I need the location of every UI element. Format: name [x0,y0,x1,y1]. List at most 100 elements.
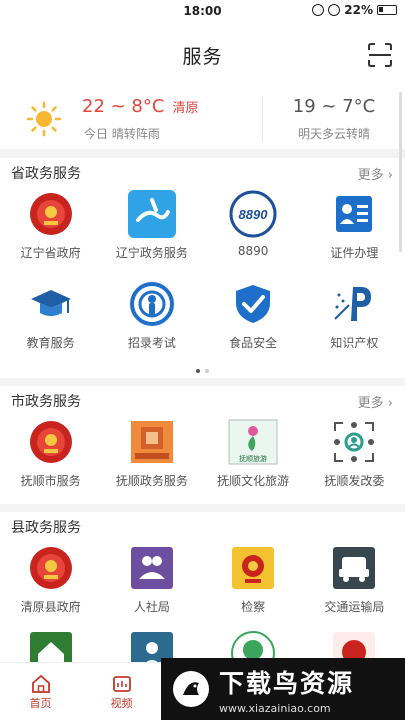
scrollbar[interactable] [399,92,402,252]
emblem-icon [25,188,77,240]
section-gap [0,378,405,386]
watermark-text: 下载鸟资源 www.xiazainiao.com [219,664,354,715]
county-header: 县政务服务 [0,512,405,542]
people-icon [126,542,178,594]
app-header: 服务 [0,22,405,88]
service-item[interactable]: 辽宁政务服务 [101,188,202,278]
transport-icon [328,542,380,594]
service-label: 辽宁政务服务 [115,246,188,260]
service-item[interactable]: 食品安全 [203,278,304,364]
8890-badge-text: 8890 [239,207,269,222]
service-label: 8890 [237,244,269,258]
weather-tomorrow: 19 ~ 7°C 明天多云转晴 [263,96,405,142]
8890-icon: 8890 [227,188,279,240]
lock-rotation-icon [312,4,325,16]
tomorrow-desc: 明天多云转晴 [297,126,370,141]
service-label: 人社局 [133,600,170,614]
procuratorate-icon [227,542,279,594]
network-icon [328,416,380,468]
service-label: 交通运输局 [324,600,385,614]
service-item[interactable]: 招录考试 [101,278,202,364]
status-icons: 22% [312,3,397,17]
scan-icon[interactable] [367,42,393,68]
service-item[interactable]: 检察 [203,542,304,630]
today-temp: 22 ~ 8°C [82,95,165,117]
bird-logo-icon [173,671,209,707]
service-item[interactable]: 清原县政府 [0,542,101,630]
service-item[interactable]: 知识产权 [304,278,405,364]
liaoning-service-icon [126,188,178,240]
service-label: 食品安全 [229,336,278,350]
service-label: 知识产权 [330,336,379,350]
service-label: 抚顺文化旅游 [217,474,290,488]
service-label: 清原县政府 [20,600,81,614]
tab-video[interactable]: 视频 [81,663,162,720]
section-title: 县政务服务 [11,520,81,536]
watermark-overlay: 下载鸟资源 www.xiazainiao.com [161,658,405,720]
weather-today: 22 ~ 8°C 清原 今日 晴转阵雨 [0,96,262,142]
more-label: 更多 [357,167,384,183]
tab-home[interactable]: 首页 [0,663,81,720]
service-item[interactable]: 抚顺发改委 [304,416,405,504]
emblem-icon [25,542,77,594]
watermark-url: www.xiazainiao.com [219,701,331,715]
battery-icon [377,5,397,15]
graduation-cap-icon [25,278,77,330]
city-section: 市政务服务 更多 › 抚顺市服务 抚顺政务服务 抚顺旅游 抚顺文化旅游 抚顺发改 [0,386,405,504]
service-item[interactable]: 辽宁省政府 [0,188,101,278]
fushun-service-icon [126,416,178,468]
service-label: 招录考试 [127,336,176,350]
service-item[interactable]: 交通运输局 [304,542,405,630]
city-header: 市政务服务 更多 › [0,386,405,416]
section-gap [0,150,405,158]
service-label: 抚顺市服务 [20,474,81,488]
page-dot-active [196,369,200,373]
service-label: 证件办理 [330,246,379,260]
tourism-badge-text: 抚顺旅游 [239,454,267,463]
page-title: 服务 [182,45,223,68]
province-section: 省政务服务 更多 › 辽宁省政府 辽宁政务服务 8890 8890 证件办理 教… [0,158,405,378]
weather-panel[interactable]: 22 ~ 8°C 清原 今日 晴转阵雨 19 ~ 7°C 明天多云转晴 [0,88,405,150]
service-label: 抚顺发改委 [324,474,385,488]
home-icon [31,674,50,693]
service-label: 检察 [241,600,266,614]
id-card-icon [328,188,380,240]
emblem-icon [25,416,77,468]
tab-label: 首页 [29,696,52,710]
watermark-main: 下载鸟资源 [219,668,355,698]
city-more-link[interactable]: 更多 › [358,392,393,411]
province-grid: 辽宁省政府 辽宁政务服务 8890 8890 证件办理 教育服务 招录考试 食品… [0,188,405,364]
service-label: 辽宁省政府 [20,246,81,260]
service-item[interactable]: 抚顺政务服务 [101,416,202,504]
service-item[interactable]: 教育服务 [0,278,101,364]
service-item[interactable]: 抚顺旅游 抚顺文化旅游 [203,416,304,504]
city-grid: 抚顺市服务 抚顺政务服务 抚顺旅游 抚顺文化旅游 抚顺发改委 [0,416,405,504]
service-item[interactable]: 抚顺市服务 [0,416,101,504]
province-header: 省政务服务 更多 › [0,158,405,188]
county-section: 县政务服务 清原县政府 人社局 检察 交通运输局 [0,512,405,675]
county-grid: 清原县政府 人社局 检察 交通运输局 [0,542,405,675]
section-title: 省政务服务 [11,166,81,182]
shield-check-icon [227,278,279,330]
tourism-icon: 抚顺旅游 [227,416,279,468]
service-item[interactable]: 证件办理 [304,188,405,278]
tab-label: 视频 [110,696,133,710]
section-title: 市政务服务 [11,394,81,410]
ip-icon [328,278,380,330]
section-gap [0,504,405,512]
tomorrow-temp: 19 ~ 7°C [292,95,376,117]
status-time: 18:00 [183,4,222,18]
more-label: 更多 [357,395,384,411]
page-indicator [0,364,405,378]
service-item[interactable]: 8890 8890 [203,188,304,278]
video-icon [112,675,131,692]
status-bar: 18:00 22% [0,0,405,22]
service-label: 抚顺政务服务 [115,474,188,488]
page-dot [205,369,209,373]
service-item[interactable]: 人社局 [101,542,202,630]
battery-percent: 22% [344,3,373,17]
alarm-icon [328,4,341,16]
province-more-link[interactable]: 更多 › [358,164,393,183]
sun-icon [26,101,62,136]
service-label: 教育服务 [26,336,75,350]
